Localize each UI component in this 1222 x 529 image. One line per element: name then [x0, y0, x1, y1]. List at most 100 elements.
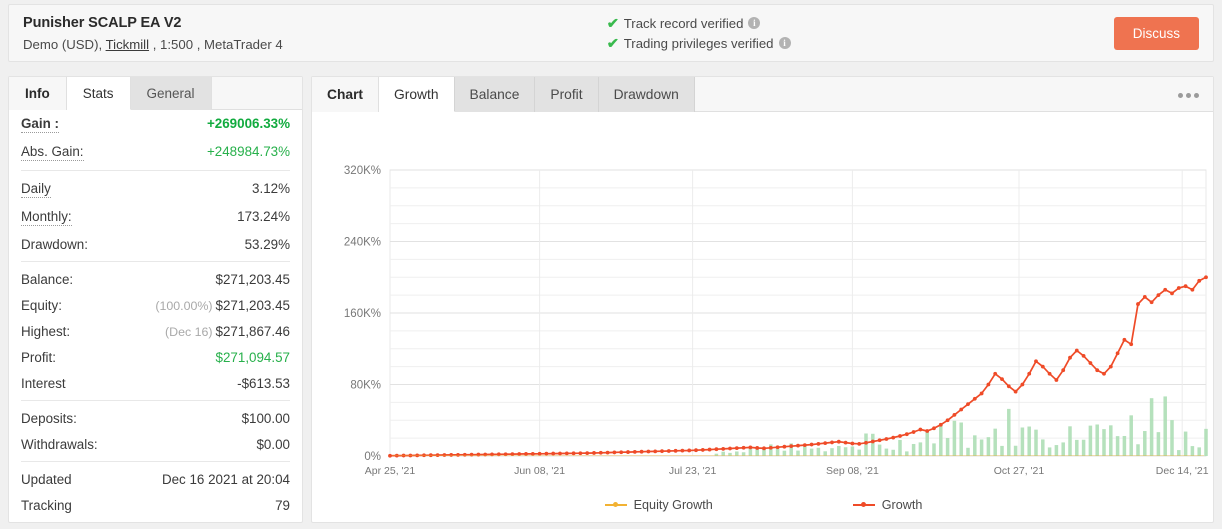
tab-drawdown[interactable]: Drawdown: [598, 77, 695, 112]
legend-item-equity-growth[interactable]: Equity Growth: [604, 498, 713, 512]
track-record-verified-label: Track record verified: [623, 15, 744, 31]
stat-row-tracking: Tracking 79: [21, 492, 290, 518]
stat-value-abs-gain: +248984.73%: [206, 143, 290, 159]
stat-label-drawdown: Drawdown:: [21, 236, 88, 252]
stats-sidebar: Info Stats General Gain : +269006.33% Ab…: [8, 76, 303, 523]
stat-value-daily: 3.12%: [252, 180, 290, 196]
chart-legend: Equity Growth Growth: [312, 498, 1215, 512]
svg-text:Oct 27, '21: Oct 27, '21: [994, 465, 1045, 477]
stat-row-daily: Daily 3.12%: [21, 175, 290, 203]
divider: [21, 400, 290, 401]
stat-group-funding: Deposits: $100.00 Withdrawals: $0.00: [21, 405, 290, 457]
growth-chart-svg: 0% 80K% 160K% 240K% 320K% Apr 25, '21 Jun 08,…: [344, 165, 1209, 477]
stat-row-gain: Gain : +269006.33%: [21, 110, 290, 138]
check-icon: ✔: [606, 34, 620, 51]
stat-value-balance: $271,203.45: [215, 271, 290, 287]
stat-label-gain[interactable]: Gain :: [21, 116, 59, 133]
stat-label-deposits: Deposits:: [21, 410, 77, 426]
tab-growth[interactable]: Growth: [379, 77, 455, 112]
stat-value-monthly: 173.24%: [237, 208, 290, 224]
stat-value-updated: Dec 16 2021 at 20:04: [161, 471, 290, 487]
stat-row-abs-gain: Abs. Gain: +248984.73%: [21, 138, 290, 166]
stat-group-gain: Gain : +269006.33% Abs. Gain: +248984.73…: [21, 110, 290, 166]
stat-value-gain: +269006.33%: [206, 115, 290, 131]
account-type-label: Demo (USD),: [23, 36, 103, 52]
divider: [21, 261, 290, 262]
account-identity: Punisher SCALP EA V2 Demo (USD), Tickmil…: [9, 14, 429, 53]
page-title: Punisher SCALP EA V2: [23, 14, 182, 31]
stat-label-highest: Highest:: [21, 323, 71, 339]
info-icon[interactable]: i: [778, 37, 791, 49]
divider: [21, 170, 290, 171]
stat-value-tracking: 79: [275, 497, 290, 513]
stat-value-equity: $271,203.45: [215, 297, 290, 313]
chart-panel: Chart Growth Balance Profit Drawdown 0% 8…: [311, 76, 1214, 523]
track-record-verified-badge: ✔ Track record verified i: [607, 14, 1114, 33]
svg-text:0%: 0%: [364, 451, 381, 463]
stat-row-drawdown: Drawdown: 53.29%: [21, 231, 290, 257]
legend-item-growth[interactable]: Growth: [852, 498, 923, 512]
divider: [21, 461, 290, 462]
stat-value-drawdown: 53.29%: [244, 236, 290, 252]
stat-row-updated: Updated Dec 16 2021 at 20:04: [21, 466, 290, 492]
svg-text:240K%: 240K%: [344, 237, 381, 249]
stat-label-profit: Profit:: [21, 349, 56, 365]
stat-row-profit: Profit: $271,094.57: [21, 344, 290, 370]
svg-text:Jun 08, '21: Jun 08, '21: [514, 465, 565, 477]
stat-value-interest: -$613.53: [237, 375, 290, 391]
stat-label-balance: Balance:: [21, 271, 74, 287]
stat-group-tracking: Updated Dec 16 2021 at 20:04 Tracking 79: [21, 466, 290, 518]
trading-privileges-verified-badge: ✔ Trading privileges verified i: [607, 34, 1114, 53]
stat-value-profit: $271,094.57: [215, 349, 290, 365]
stat-row-deposits: Deposits: $100.00: [21, 405, 290, 431]
header-actions: Discuss: [1113, 16, 1213, 50]
stat-label-updated: Updated: [21, 471, 72, 487]
stat-row-monthly: Monthly: 173.24%: [21, 203, 290, 231]
tab-stats[interactable]: Stats: [66, 77, 131, 110]
account-meta: Demo (USD), Tickmill , 1:500 , MetaTrade…: [23, 36, 429, 53]
stat-value-highest-wrap: (Dec 16) $271,867.46: [165, 324, 290, 339]
stat-label-abs-gain[interactable]: Abs. Gain:: [21, 144, 84, 161]
chart-yaxis-labels: 0% 80K% 160K% 240K% 320K%: [344, 165, 381, 463]
stat-row-equity: Equity: (100.00%) $271,203.45: [21, 292, 290, 318]
stat-row-highest: Highest: (Dec 16) $271,867.46: [21, 318, 290, 344]
legend-swatch-growth: [852, 502, 875, 507]
stat-label-monthly[interactable]: Monthly:: [21, 209, 72, 226]
stat-label-interest: Interest: [21, 375, 66, 391]
tab-info[interactable]: Info: [9, 77, 67, 110]
svg-text:320K%: 320K%: [344, 165, 381, 177]
stat-group-performance: Daily 3.12% Monthly: 173.24% Drawdown: 5…: [21, 175, 290, 257]
stat-label-daily[interactable]: Daily: [21, 181, 51, 198]
stat-label-equity: Equity:: [21, 297, 62, 313]
trading-privileges-verified-label: Trading privileges verified: [623, 35, 774, 51]
tab-chart[interactable]: Chart: [312, 77, 380, 112]
stat-prefix-highest-date: (Dec 16): [165, 324, 213, 339]
tab-general[interactable]: General: [130, 77, 212, 110]
chart-xaxis-labels: Apr 25, '21 Jun 08, '21 Jul 23, '21 Sep 08,…: [365, 465, 1209, 477]
legend-label-growth: Growth: [881, 498, 923, 512]
account-header: Punisher SCALP EA V2 Demo (USD), Tickmil…: [8, 4, 1214, 62]
tab-profit[interactable]: Profit: [535, 77, 599, 112]
broker-link[interactable]: Tickmill: [106, 37, 149, 52]
legend-swatch-equity-growth: [604, 502, 627, 507]
stat-prefix-equity-percent: (100.00%): [155, 298, 213, 313]
svg-text:Sep 08, '21: Sep 08, '21: [826, 465, 879, 477]
chart-tablist: Chart Growth Balance Profit Drawdown: [312, 77, 1213, 112]
svg-text:80K%: 80K%: [350, 380, 381, 392]
tab-balance[interactable]: Balance: [454, 77, 536, 112]
stat-value-highest: $271,867.46: [215, 323, 290, 339]
stat-row-interest: Interest -$613.53: [21, 370, 290, 396]
stat-value-deposits: $100.00: [241, 410, 290, 426]
stat-row-balance: Balance: $271,203.45: [21, 266, 290, 292]
stat-label-withdrawals: Withdrawals:: [21, 436, 98, 452]
verification-badges: ✔ Track record verified i ✔ Trading priv…: [429, 13, 1114, 54]
discuss-button[interactable]: Discuss: [1113, 16, 1199, 50]
account-page: Punisher SCALP EA V2 Demo (USD), Tickmil…: [0, 0, 1222, 529]
check-icon: ✔: [606, 14, 620, 31]
info-icon[interactable]: i: [748, 17, 761, 29]
more-options-icon[interactable]: [1173, 87, 1203, 103]
growth-chart: 0% 80K% 160K% 240K% 320K% Apr 25, '21 Jun 08,…: [312, 112, 1215, 522]
stat-value-equity-wrap: (100.00%) $271,203.45: [155, 298, 290, 313]
chart-gridlines: [389, 169, 1207, 457]
stat-label-tracking: Tracking: [21, 497, 72, 513]
